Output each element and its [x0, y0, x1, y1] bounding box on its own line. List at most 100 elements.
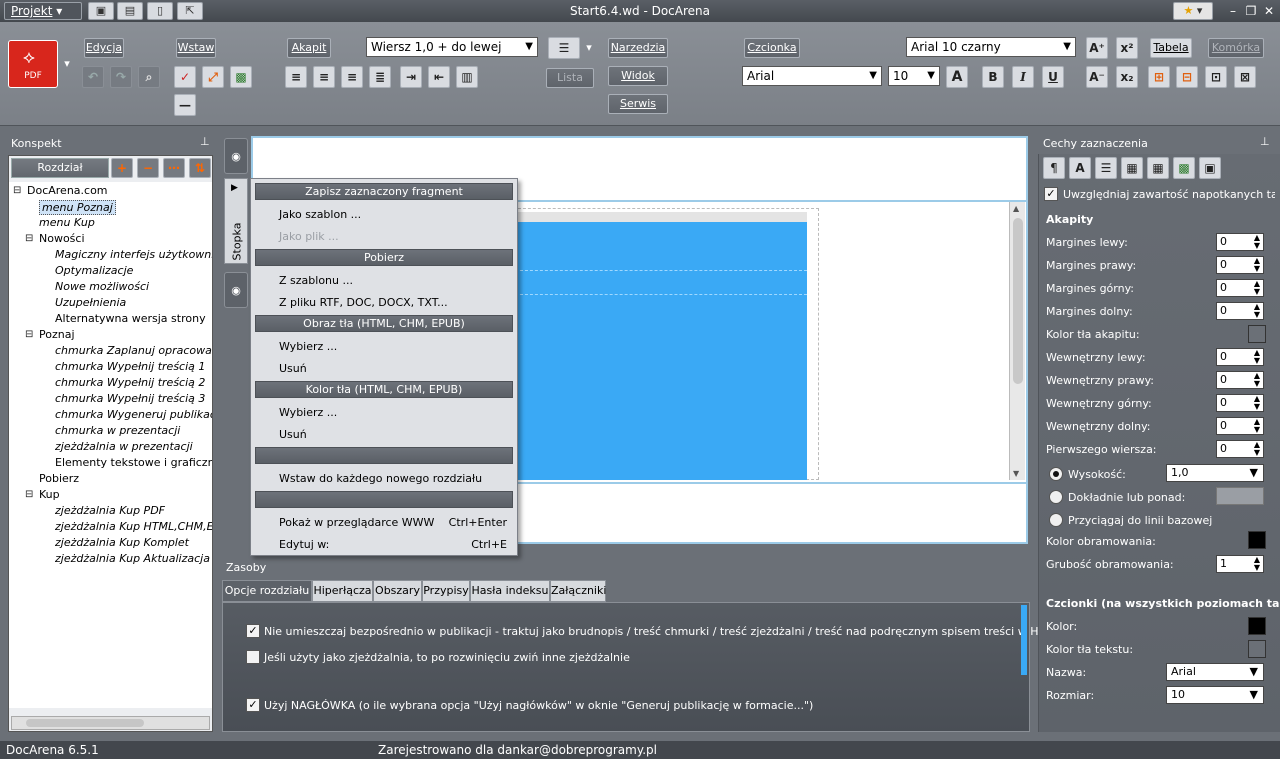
insert-column-icon[interactable]: ⊟ [1176, 66, 1198, 88]
property-spinner[interactable]: 0 ▲ ▼ [1216, 233, 1264, 251]
eye-icon[interactable]: ◉ [224, 272, 248, 308]
merge-cells-icon[interactable]: ⊡ [1205, 66, 1227, 88]
eye-icon[interactable]: ◉ [224, 138, 248, 174]
font-icon[interactable]: A [1069, 157, 1091, 179]
scrollbar-thumb[interactable] [26, 719, 144, 727]
collapse-icon[interactable]: ⊟ [13, 185, 21, 196]
list-icon[interactable]: ☰ [1095, 157, 1117, 179]
scrollbar-thumb[interactable] [1013, 218, 1023, 384]
option-checkbox-1[interactable]: ✓ [246, 624, 260, 638]
minimize-button[interactable]: – [1224, 2, 1242, 20]
pdf-export-button[interactable]: ⟡ PDF [8, 40, 58, 88]
insert-link-icon[interactable]: ⤢ [202, 66, 224, 88]
menu-item-pokaz-w-przegladarce[interactable]: Pokaż w przeglądarce WWW [279, 516, 434, 529]
border-color-swatch[interactable] [1248, 531, 1266, 549]
resources-tab[interactable]: Załączniki [550, 580, 606, 602]
columns-icon[interactable]: ▥ [456, 66, 478, 88]
split-cells-icon[interactable]: ⊠ [1234, 66, 1256, 88]
menu-item-wybierz-kolor[interactable]: Wybierz ... [279, 406, 337, 419]
komorka-button[interactable]: Komórka [1208, 38, 1264, 58]
horizontal-line-icon[interactable]: — [174, 94, 196, 116]
menu-item-usun-kolor[interactable]: Usuń [279, 428, 307, 441]
tree-item[interactable]: DocArena.com [27, 184, 108, 197]
table-icon[interactable]: ▦ [1121, 157, 1143, 179]
bold-button[interactable]: B [982, 66, 1004, 88]
font-name-select[interactable]: Arial ▼ [742, 66, 882, 86]
resources-tab[interactable]: Obszary [373, 580, 422, 602]
blue-content-block[interactable] [505, 212, 807, 480]
close-button[interactable]: ✕ [1260, 2, 1278, 20]
menu-item-jako-szablon[interactable]: Jako szablon ... [279, 208, 361, 221]
spellcheck-icon[interactable]: ✓ [174, 66, 196, 88]
paragraph-bg-color-swatch[interactable] [1248, 325, 1266, 343]
text-bg-color-swatch[interactable] [1248, 640, 1266, 658]
tree-item[interactable]: chmurka Wypełnij treścią 3 [55, 392, 205, 405]
tree-item[interactable]: Magiczny interfejs użytkownika [55, 248, 212, 261]
menu-item-z-pliku[interactable]: Z pliku RTF, DOC, DOCX, TXT... [279, 296, 448, 309]
scroll-down-icon[interactable]: ▼ [1013, 469, 1019, 478]
wysokosc-radio[interactable] [1049, 467, 1063, 481]
tree-item[interactable]: zjeżdżalnia Kup Komplet [55, 536, 189, 549]
tree-item[interactable]: Alternatywna wersja strony [55, 312, 206, 325]
resources-tab[interactable]: Przypisy [422, 580, 470, 602]
underline-button[interactable]: U [1042, 66, 1064, 88]
czcionka-button[interactable]: Czcionka [744, 38, 800, 58]
pin-icon[interactable]: ⊥ [1260, 135, 1270, 148]
italic-button[interactable]: I [1012, 66, 1034, 88]
edycja-button[interactable]: Edycja [84, 38, 124, 58]
menu-item-edytuj-w[interactable]: Edytuj w: [279, 538, 329, 551]
tree-item[interactable]: chmurka Zaplanuj opracowanie [55, 344, 212, 357]
akapit-button[interactable]: Akapit [287, 38, 331, 58]
tree-item[interactable]: Elementy tekstowe i graficzne [55, 456, 212, 469]
paragraph-mark-icon[interactable]: ¶ [1043, 157, 1065, 179]
table-font-name-select[interactable]: Arial ▼ [1166, 663, 1264, 681]
indent-icon[interactable]: ⇥ [400, 66, 422, 88]
property-spinner[interactable]: 0 ▲ ▼ [1216, 394, 1264, 412]
favorites-dropdown[interactable]: ★ ▾ [1173, 2, 1213, 20]
include-tables-checkbox[interactable]: ✓ [1044, 187, 1058, 201]
align-center-icon[interactable]: ≡ [313, 66, 335, 88]
wstaw-button[interactable]: Wstaw [176, 38, 216, 58]
property-spinner[interactable]: 0 ▲ ▼ [1216, 348, 1264, 366]
superscript-icon[interactable]: x² [1116, 37, 1138, 59]
tree-item[interactable]: chmurka Wygeneruj publikację [55, 408, 212, 421]
align-left-icon[interactable]: ≡ [285, 66, 307, 88]
restore-button[interactable]: ❐ [1242, 2, 1260, 20]
property-spinner[interactable]: 0 ▲ ▼ [1216, 440, 1264, 458]
tree-item[interactable]: Kup [39, 488, 60, 501]
property-spinner[interactable]: 0 ▲ ▼ [1216, 417, 1264, 435]
undo-icon[interactable]: ↶ [82, 66, 104, 88]
add-icon[interactable]: + [111, 158, 133, 178]
lista-button[interactable]: Lista [546, 68, 594, 88]
tree-item[interactable]: zjeżdżalnia Kup HTML,CHM,EPUB [55, 520, 212, 533]
border-width-spinner[interactable]: 1 ▲ ▼ [1216, 555, 1264, 573]
outdent-icon[interactable]: ⇤ [428, 66, 450, 88]
menu-item-wybierz-obraz[interactable]: Wybierz ... [279, 340, 337, 353]
more-icon[interactable]: ⋯ [163, 158, 185, 178]
tree-item[interactable]: Nowe możliwości [55, 280, 149, 293]
tree-item[interactable]: zjeżdżalnia Kup PDF [55, 504, 165, 517]
exact-height-spinner[interactable] [1216, 487, 1264, 505]
tree-item[interactable]: chmurka Wypełnij treścią 1 [55, 360, 205, 373]
property-spinner[interactable]: 0 ▲ ▼ [1216, 279, 1264, 297]
pdf-dropdown-arrow[interactable]: ▾ [60, 40, 74, 88]
open-icon[interactable]: ▤ [117, 2, 143, 20]
tree-item[interactable]: Uzupełnienia [55, 296, 126, 309]
remove-icon[interactable]: − [137, 158, 159, 178]
tree-item[interactable]: menu Poznaj [39, 200, 116, 215]
list-dropdown-arrow[interactable]: ▾ [582, 37, 596, 59]
document-vertical-scrollbar[interactable]: ▲ ▼ [1009, 202, 1025, 480]
font-grow-icon[interactable]: A⁺ [1086, 37, 1108, 59]
tree-item[interactable]: chmurka w prezentacji [55, 424, 180, 437]
image-icon[interactable]: ▩ [1173, 157, 1195, 179]
outline-horizontal-scrollbar[interactable] [11, 716, 210, 730]
project-menu-button[interactable]: Projekt ▾ [4, 2, 82, 20]
collapse-icon[interactable]: ⊟ [25, 233, 33, 244]
zoom-icon[interactable]: ⌕ [138, 66, 160, 88]
redo-icon[interactable]: ↷ [110, 66, 132, 88]
option-checkbox-3[interactable]: ✓ [246, 698, 260, 712]
tree-item[interactable]: zjeżdżalnia Kup Aktualizacja [55, 552, 210, 565]
sort-icon[interactable]: ⇅ [189, 158, 211, 178]
option-checkbox-2[interactable] [246, 650, 260, 664]
collapse-icon[interactable]: ⊟ [25, 329, 33, 340]
